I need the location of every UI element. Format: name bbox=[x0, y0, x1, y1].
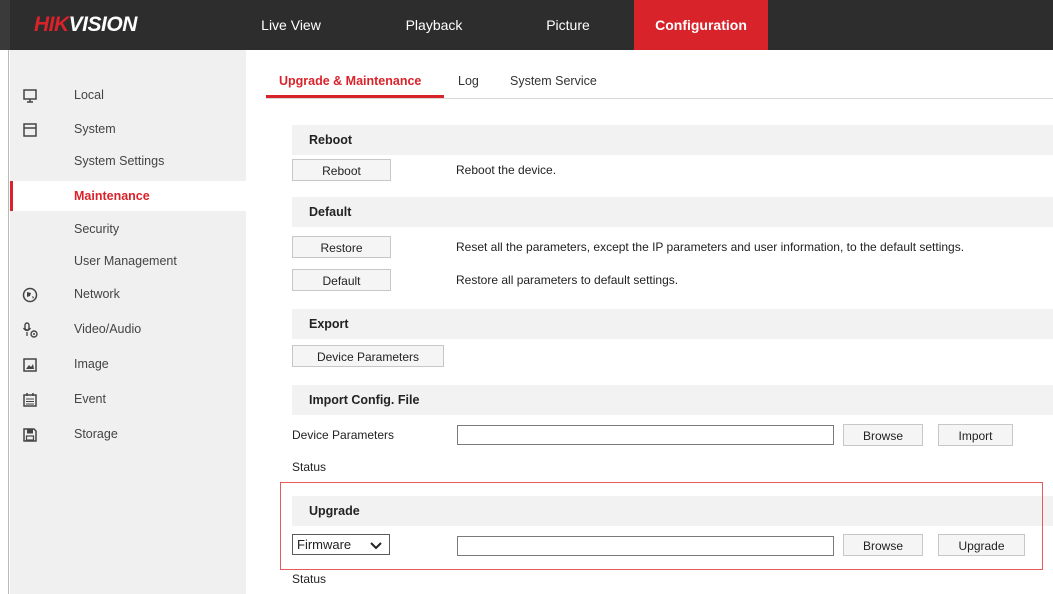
import-status-label: Status bbox=[292, 460, 327, 474]
section-title: Export bbox=[309, 317, 349, 331]
import-section-header: Import Config. File bbox=[292, 385, 1053, 415]
upgrade-type-selected-value: Firmware bbox=[297, 537, 352, 552]
nav-live-view[interactable]: Live View bbox=[257, 0, 325, 50]
sidebar-item-label: Maintenance bbox=[74, 189, 150, 203]
sidebar-item-system-settings[interactable]: System Settings bbox=[10, 146, 246, 176]
hikvision-logo: HIKVISION bbox=[34, 13, 137, 36]
sidebar-item-label: User Management bbox=[74, 254, 177, 268]
sidebar-item-storage[interactable]: Storage bbox=[10, 421, 246, 447]
reboot-section-header: Reboot bbox=[292, 125, 1053, 155]
maintenance-tabs: Upgrade & Maintenance Log System Service bbox=[266, 66, 1053, 99]
nav-picture[interactable]: Picture bbox=[538, 0, 598, 50]
floppy-disk-icon bbox=[22, 426, 38, 442]
sidebar-item-maintenance[interactable]: Maintenance bbox=[10, 181, 246, 211]
restore-description: Reset all the parameters, except the IP … bbox=[456, 240, 965, 254]
sidebar-item-system[interactable]: System bbox=[10, 116, 246, 142]
top-navigation-bar: HIKVISION Live View Playback Picture Con… bbox=[0, 0, 1053, 50]
left-divider bbox=[8, 50, 9, 594]
sidebar: Local System System Settings Maintenance… bbox=[10, 50, 246, 594]
sidebar-item-video-audio[interactable]: Video/Audio bbox=[10, 316, 246, 342]
sidebar-item-image[interactable]: Image bbox=[10, 351, 246, 377]
globe-icon bbox=[22, 286, 38, 303]
import-browse-button[interactable]: Browse bbox=[843, 424, 923, 446]
nav-playback[interactable]: Playback bbox=[400, 0, 468, 50]
default-button[interactable]: Default bbox=[292, 269, 391, 291]
export-device-parameters-button[interactable]: Device Parameters bbox=[292, 345, 444, 367]
sidebar-item-security[interactable]: Security bbox=[10, 214, 246, 244]
topbar-left-strip bbox=[0, 0, 10, 50]
sidebar-item-label: Video/Audio bbox=[74, 322, 142, 336]
sidebar-item-label: System bbox=[74, 122, 116, 136]
tab-upgrade-maintenance[interactable]: Upgrade & Maintenance bbox=[279, 74, 421, 88]
import-button[interactable]: Import bbox=[938, 424, 1013, 446]
section-title: Import Config. File bbox=[309, 393, 420, 407]
import-file-path-input[interactable] bbox=[457, 425, 834, 445]
sidebar-item-label: Image bbox=[74, 357, 109, 371]
upgrade-type-select[interactable]: Firmware bbox=[292, 534, 390, 555]
nav-configuration[interactable]: Configuration bbox=[634, 0, 768, 50]
calendar-icon bbox=[22, 391, 38, 407]
tab-system-service[interactable]: System Service bbox=[510, 74, 597, 88]
chevron-down-icon bbox=[369, 538, 383, 550]
active-tab-indicator bbox=[266, 95, 444, 98]
upgrade-file-path-input[interactable] bbox=[457, 536, 834, 556]
microphone-icon bbox=[22, 321, 38, 338]
default-description: Restore all parameters to default settin… bbox=[456, 273, 679, 287]
tab-log[interactable]: Log bbox=[458, 74, 479, 88]
reboot-button[interactable]: Reboot bbox=[292, 159, 391, 181]
upgrade-browse-button[interactable]: Browse bbox=[843, 534, 923, 556]
sidebar-item-event[interactable]: Event bbox=[10, 386, 246, 412]
sidebar-item-user-management[interactable]: User Management bbox=[10, 246, 246, 276]
sidebar-item-label: Local bbox=[74, 88, 104, 102]
section-title: Default bbox=[309, 205, 352, 219]
restore-button[interactable]: Restore bbox=[292, 236, 391, 258]
monitor-icon bbox=[22, 87, 38, 103]
sidebar-item-network[interactable]: Network bbox=[10, 281, 246, 307]
sidebar-item-label: Security bbox=[74, 222, 120, 236]
sidebar-item-label: Storage bbox=[74, 427, 118, 441]
sidebar-item-label: Event bbox=[74, 392, 106, 406]
export-section-header: Export bbox=[292, 309, 1053, 339]
section-title: Reboot bbox=[309, 133, 353, 147]
image-icon bbox=[22, 356, 38, 372]
system-icon bbox=[22, 121, 38, 137]
sidebar-item-label: System Settings bbox=[74, 154, 165, 168]
upgrade-button[interactable]: Upgrade bbox=[938, 534, 1025, 556]
upgrade-section-header: Upgrade bbox=[292, 496, 1053, 526]
sidebar-item-label: Network bbox=[74, 287, 120, 301]
section-title: Upgrade bbox=[309, 504, 360, 518]
upgrade-status-label: Status bbox=[292, 572, 327, 586]
sidebar-item-local[interactable]: Local bbox=[10, 82, 246, 108]
default-section-header: Default bbox=[292, 197, 1053, 227]
import-device-parameters-label: Device Parameters bbox=[292, 428, 395, 442]
reboot-description: Reboot the device. bbox=[456, 163, 557, 177]
